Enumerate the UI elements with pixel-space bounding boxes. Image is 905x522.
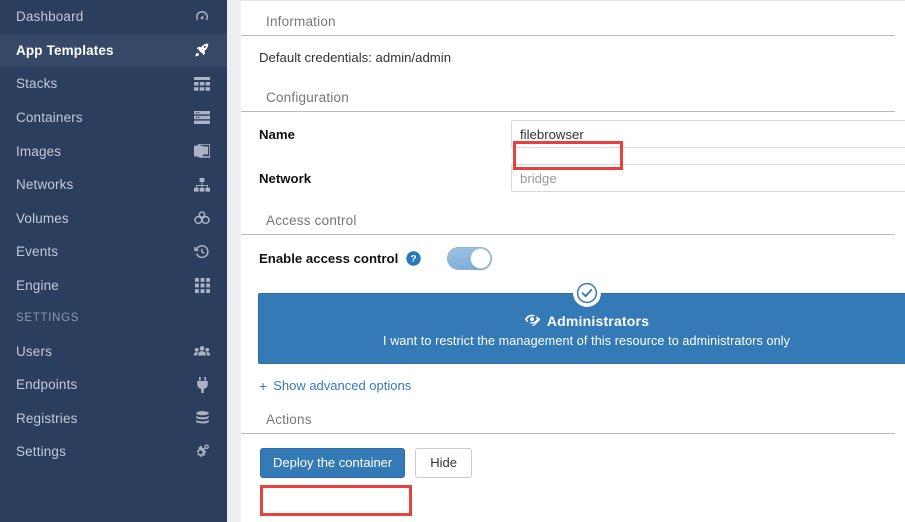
sidebar-item-label: Registries [16,411,194,426]
sidebar-item-dashboard[interactable]: Dashboard [0,0,227,34]
administrators-panel-wrapper: Administrators I want to restrict the ma… [258,293,905,364]
sidebar-item-label: Containers [16,110,194,125]
plus-icon: + [259,379,267,393]
sidebar-item-registries[interactable]: Registries [0,402,227,436]
sidebar-item-label: Dashboard [16,9,194,24]
sidebar-item-label: Images [16,144,194,159]
rocket-icon [194,42,210,58]
sidebar-item-volumes[interactable]: Volumes [0,202,227,236]
sidebar-item-label: Engine [16,278,194,293]
sidebar-item-containers[interactable]: Containers [0,101,227,135]
engine-grid-icon [194,278,210,294]
sidebar-item-label: Settings [16,444,194,459]
sidebar-item-label: Users [16,344,194,359]
sidebar-item-label: Events [16,244,194,259]
sidebar-item-label: Volumes [16,211,194,226]
name-label: Name [259,127,511,142]
main-content-panel: Information Default credentials: admin/a… [240,0,905,522]
administrators-title: Administrators [547,313,649,329]
hide-button[interactable]: Hide [415,448,472,478]
sidebar-item-engine[interactable]: Engine [0,269,227,303]
sidebar-item-settings[interactable]: Settings [0,435,227,469]
sidebar-section-settings: SETTINGS [0,302,227,334]
administrators-title-row: Administrators [524,313,649,329]
sidebar-item-events[interactable]: Events [0,235,227,269]
sidebar-item-images[interactable]: Images [0,134,227,168]
actions-button-row: Deploy the container Hide [241,434,905,478]
network-label: Network [259,171,511,186]
eye-slash-icon [524,313,540,329]
users-icon [194,343,210,359]
deploy-button[interactable]: Deploy the container [260,448,405,478]
images-stack-icon [194,143,210,159]
plug-icon [194,377,210,393]
section-header-access-control: Access control [241,200,895,235]
dashboard-gauge-icon [194,9,210,25]
database-icon [194,410,210,426]
sidebar: Dashboard App Templates Stacks [0,0,227,522]
history-clock-icon [194,244,210,260]
sidebar-item-users[interactable]: Users [0,334,227,368]
gears-icon [194,444,210,460]
sidebar-item-label: Endpoints [16,377,194,392]
access-control-row: Enable access control ? [241,235,905,281]
sidebar-item-app-templates[interactable]: App Templates [0,34,227,68]
question-circle-icon[interactable]: ? [406,251,421,266]
stacks-grid-icon [194,76,210,92]
default-credentials-text: Default credentials: admin/admin [241,36,905,77]
sidebar-item-label: App Templates [16,43,194,58]
show-advanced-options-label: Show advanced options [273,378,411,393]
enable-access-control-label: Enable access control [259,251,398,266]
check-circle-icon [574,280,600,306]
section-header-configuration: Configuration [241,77,895,112]
name-input[interactable]: filebrowser [511,120,905,148]
app-root: Dashboard App Templates Stacks [0,0,905,522]
toggle-knob [470,248,491,269]
network-select[interactable]: bridge [511,164,905,192]
containers-list-icon [194,110,210,126]
sidebar-item-label: Networks [16,177,194,192]
sidebar-item-networks[interactable]: Networks [0,168,227,202]
administrators-subtitle: I want to restrict the management of thi… [383,334,790,348]
sidebar-item-stacks[interactable]: Stacks [0,67,227,101]
sidebar-item-endpoints[interactable]: Endpoints [0,368,227,402]
section-header-actions: Actions [241,399,895,434]
show-advanced-options-link[interactable]: + Show advanced options [241,364,905,393]
enable-access-control-toggle[interactable] [447,247,492,270]
section-header-information: Information [241,1,895,36]
volumes-disks-icon [194,210,210,226]
form-row-network: Network bridge [241,156,905,200]
svg-text:?: ? [411,254,417,265]
network-tree-icon [194,177,210,193]
form-row-name: Name filebrowser [241,112,905,156]
sidebar-item-label: Stacks [16,76,194,91]
